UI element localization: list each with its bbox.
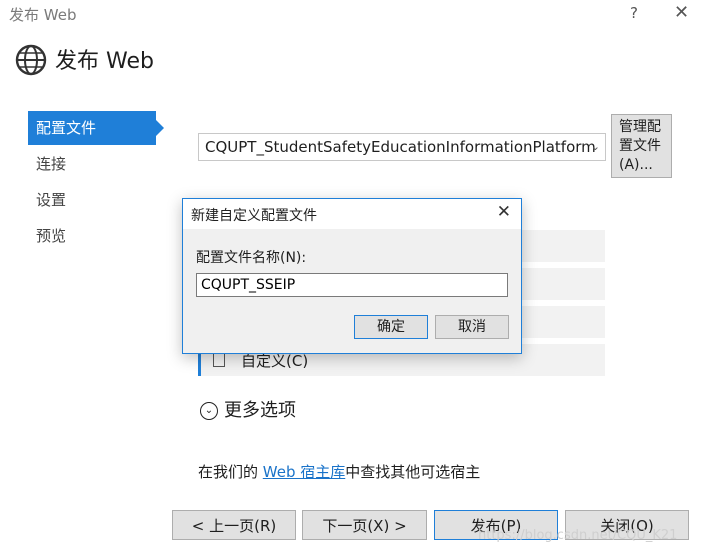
nav-item-settings[interactable]: 设置	[28, 183, 168, 217]
prev-button[interactable]: < 上一页(R)	[172, 510, 296, 540]
host-gallery-text: 在我们的 Web 宿主库中查找其他可选宿主	[198, 461, 480, 482]
chevron-circle-down-icon: ⌄	[200, 402, 218, 420]
cancel-button[interactable]: 取消	[435, 315, 509, 339]
ok-button[interactable]: 确定	[354, 315, 428, 339]
host-suffix: 中查找其他可选宿主	[345, 463, 481, 481]
nav-item-preview[interactable]: 预览	[28, 219, 168, 253]
watermark: https://blog.csdn.net/CQU_K21	[478, 528, 678, 543]
host-prefix: 在我们的	[198, 463, 263, 481]
dialog-title: 新建自定义配置文件	[191, 208, 317, 224]
dialog-header: 发布 Web	[0, 30, 705, 90]
next-button[interactable]: 下一页(X) >	[302, 510, 427, 540]
chevron-down-icon: ⌄	[590, 140, 600, 153]
window-close-button[interactable]: ✕	[674, 2, 689, 23]
dialog-body: 配置文件名称(N): 确定 取消	[183, 229, 521, 353]
page-title: 发布 Web	[55, 49, 154, 74]
window-title: 发布 Web	[9, 6, 77, 24]
profile-select-value: CQUPT_StudentSafetyEducationInformationP…	[205, 138, 596, 156]
dialog-close-button[interactable]: ✕	[497, 202, 511, 222]
nav-item-profile[interactable]: 配置文件	[28, 111, 164, 145]
host-gallery-link[interactable]: Web 宿主库	[263, 463, 345, 481]
globe-icon	[15, 44, 47, 76]
profile-select[interactable]: CQUPT_StudentSafetyEducationInformationP…	[198, 133, 606, 161]
file-icon	[213, 352, 225, 367]
profile-name-input[interactable]	[196, 273, 508, 297]
nav-item-connection[interactable]: 连接	[28, 147, 168, 181]
new-profile-dialog: 新建自定义配置文件 ✕ 配置文件名称(N): 确定 取消	[182, 198, 522, 354]
window-title-bar: 发布 Web ? ✕	[0, 0, 705, 30]
manage-profiles-button[interactable]: 管理配置文件(A)...	[611, 114, 672, 178]
profile-name-label: 配置文件名称(N):	[196, 250, 307, 266]
help-button[interactable]: ?	[630, 4, 638, 22]
more-options-label: 更多选项	[224, 400, 296, 421]
wizard-nav: 配置文件 连接 设置 预览	[28, 111, 168, 255]
more-options-toggle[interactable]: ⌄ 更多选项	[200, 396, 296, 422]
